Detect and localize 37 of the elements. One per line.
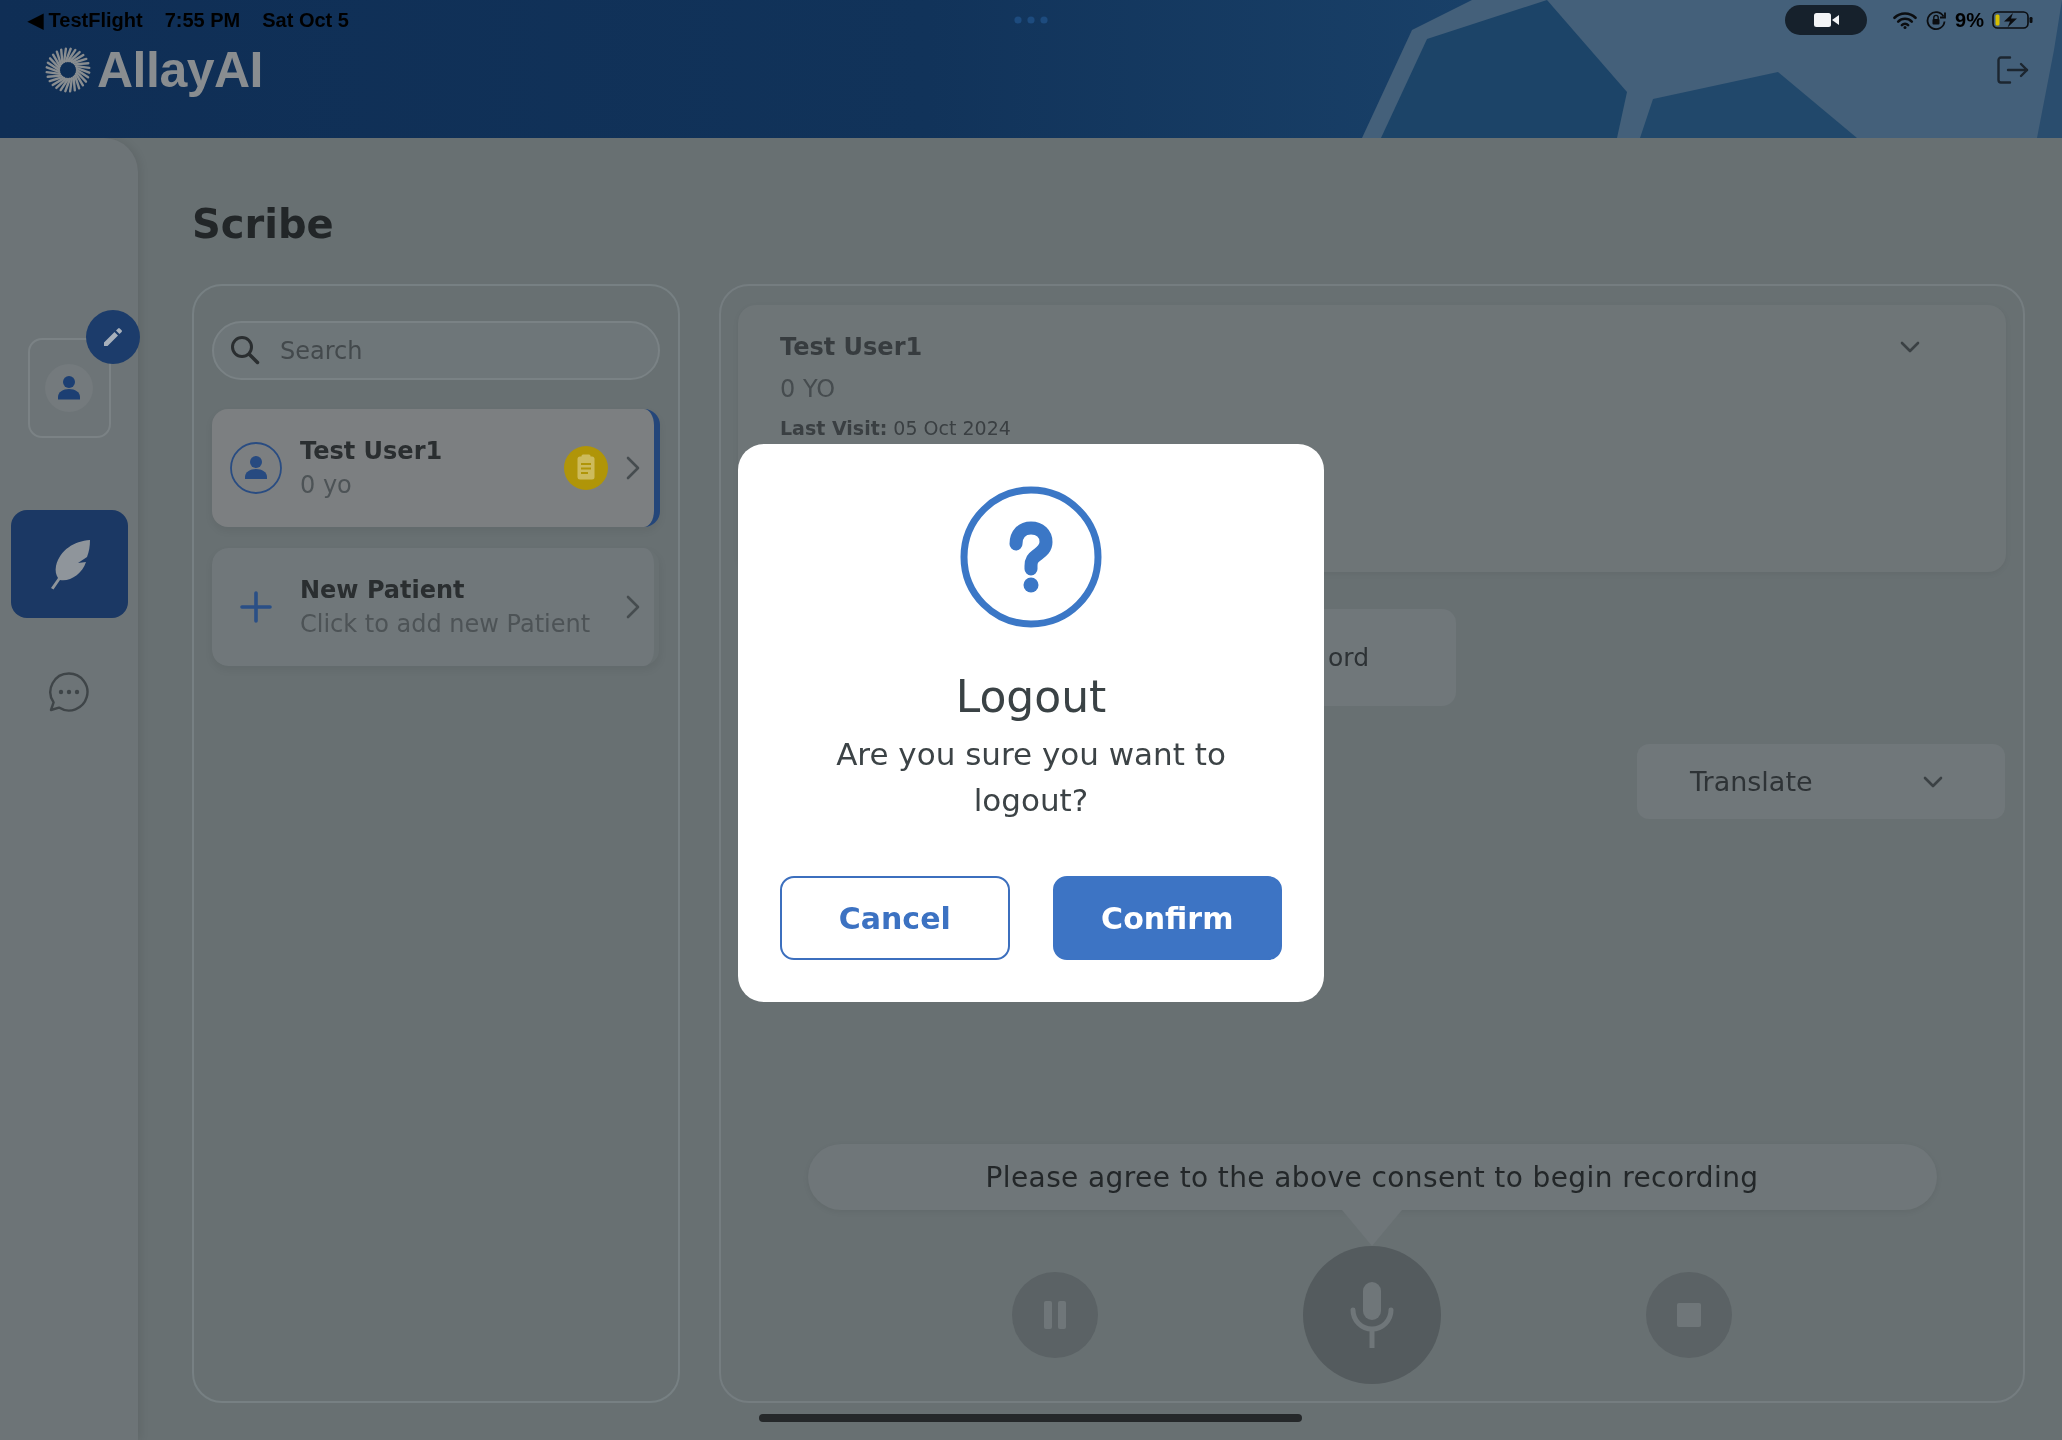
logo-icon: [45, 47, 91, 93]
chevron-right-icon: [626, 456, 640, 480]
more-dots-icon[interactable]: [1014, 16, 1048, 24]
microphone-icon: [1349, 1282, 1395, 1348]
status-time: 7:55 PM: [164, 8, 241, 32]
logout-icon[interactable]: [1996, 55, 2030, 85]
camera-indicator-icon: [1785, 5, 1868, 35]
summary-patient-name: Test User1: [780, 332, 923, 362]
back-link[interactable]: ◀ TestFlight: [28, 8, 143, 32]
cut-off-button[interactable]: ord: [1324, 609, 1456, 706]
patient-name: Test User1: [300, 436, 443, 466]
avatar-icon: [45, 364, 93, 412]
logo-text: AllayAI: [97, 42, 263, 98]
chat-icon[interactable]: [48, 671, 90, 713]
confirm-button[interactable]: Confirm: [1052, 876, 1282, 960]
plus-icon: [240, 591, 272, 623]
cancel-button[interactable]: Cancel: [780, 876, 1010, 960]
avatar-icon: [230, 442, 282, 494]
question-icon: [960, 486, 1102, 628]
status-date: Sat Oct 5: [262, 8, 349, 32]
battery-icon: [1992, 10, 2034, 30]
edit-pencil-icon[interactable]: [85, 310, 140, 364]
chevron-down-icon: [1923, 775, 1943, 788]
translate-dropdown[interactable]: Translate: [1637, 744, 2005, 819]
clipboard-icon[interactable]: [564, 446, 608, 490]
chevron-right-icon: [626, 595, 640, 619]
search-icon: [230, 335, 260, 365]
dialog-title: Logout: [955, 671, 1107, 723]
tooltip-pointer: [1342, 1210, 1402, 1246]
page-title: Scribe: [192, 200, 334, 248]
wifi-icon: [1893, 11, 1918, 29]
scribe-button[interactable]: [10, 510, 128, 618]
battery-percent: 9%: [1955, 8, 1984, 32]
patient-name: New Patient: [300, 575, 465, 605]
dialog-message: Are you sure you want to logout?: [835, 735, 1227, 820]
rotation-lock-icon: [1925, 9, 1948, 31]
chevron-down-icon[interactable]: [1900, 341, 1920, 353]
